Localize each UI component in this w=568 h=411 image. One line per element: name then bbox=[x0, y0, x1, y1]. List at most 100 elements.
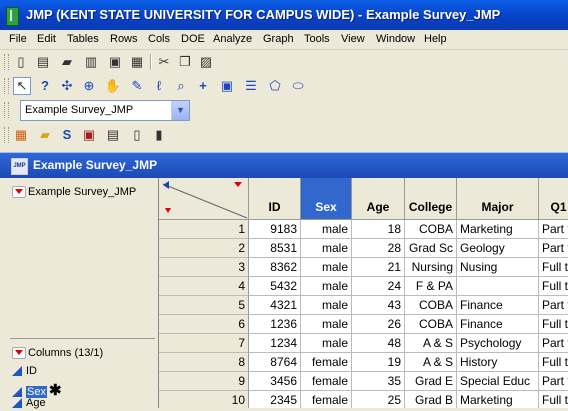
cell-age[interactable]: 21 bbox=[352, 258, 405, 277]
cell-q1[interactable]: Full t bbox=[539, 258, 568, 277]
cell-id[interactable]: 3456 bbox=[249, 372, 301, 391]
cell-age[interactable]: 26 bbox=[352, 315, 405, 334]
cell-age[interactable]: 43 bbox=[352, 296, 405, 315]
cell-college[interactable]: Grad Sc bbox=[405, 239, 457, 258]
layout-icon[interactable]: ▤ bbox=[104, 126, 122, 144]
menu-view[interactable]: View bbox=[341, 33, 365, 45]
cell-major[interactable]: Psychology bbox=[457, 334, 539, 353]
menu-cols[interactable]: Cols bbox=[148, 33, 170, 45]
document-icon[interactable]: ▯ bbox=[128, 126, 146, 144]
cell-age[interactable]: 24 bbox=[352, 277, 405, 296]
menu-tables[interactable]: Tables bbox=[67, 33, 99, 45]
cell-q1[interactable]: Part t bbox=[539, 220, 568, 239]
cell-id[interactable]: 4321 bbox=[249, 296, 301, 315]
cell-q1[interactable]: Full t bbox=[539, 315, 568, 334]
cell-college[interactable]: COBA bbox=[405, 296, 457, 315]
cell-id[interactable]: 8764 bbox=[249, 353, 301, 372]
cell-college[interactable]: F & PA bbox=[405, 277, 457, 296]
cell-sex[interactable]: male bbox=[301, 220, 352, 239]
col-header-age[interactable]: Age bbox=[352, 178, 405, 220]
menu-tools[interactable]: Tools bbox=[304, 33, 330, 45]
cell-id[interactable]: 8531 bbox=[249, 239, 301, 258]
cell-age[interactable]: 28 bbox=[352, 239, 405, 258]
lasso-icon[interactable]: ℓ bbox=[150, 77, 168, 95]
cell-age[interactable]: 19 bbox=[352, 353, 405, 372]
cell-id[interactable]: 2345 bbox=[249, 391, 301, 408]
table-icon[interactable]: ▦ bbox=[12, 126, 30, 144]
plus-icon[interactable]: + bbox=[194, 77, 212, 95]
row-number[interactable]: 1 bbox=[159, 220, 249, 239]
column-item-id[interactable]: ID bbox=[12, 365, 37, 379]
journal-icon[interactable]: ▰ bbox=[36, 126, 54, 144]
cell-q1[interactable]: Part t bbox=[539, 296, 568, 315]
cell-major[interactable]: Marketing bbox=[457, 220, 539, 239]
jmp-app-icon[interactable] bbox=[6, 7, 19, 26]
col-header-sex[interactable]: Sex bbox=[301, 178, 352, 220]
help-icon[interactable]: ? bbox=[36, 77, 54, 95]
save-icon[interactable]: ▣ bbox=[106, 53, 124, 71]
cell-college[interactable]: A & S bbox=[405, 334, 457, 353]
cell-sex[interactable]: male bbox=[301, 296, 352, 315]
menu-help[interactable]: Help bbox=[424, 33, 447, 45]
cell-sex[interactable]: male bbox=[301, 239, 352, 258]
cell-age[interactable]: 25 bbox=[352, 391, 405, 408]
col-header-id[interactable]: ID bbox=[249, 178, 301, 220]
polygon-icon[interactable]: ⬠ bbox=[266, 77, 284, 95]
columns-panel-header[interactable]: Columns (13/1) bbox=[12, 347, 103, 360]
document-title-bar[interactable]: JMP Example Survey_JMP bbox=[0, 152, 568, 179]
column-item-sex[interactable]: Sex ✱ bbox=[12, 381, 62, 399]
col-header-q1[interactable]: Q1 bbox=[539, 178, 568, 220]
cell-q1[interactable]: Part t bbox=[539, 372, 568, 391]
row-number[interactable]: 8 bbox=[159, 353, 249, 372]
cell-q1[interactable]: Part t bbox=[539, 239, 568, 258]
chevron-down-icon[interactable]: ▼ bbox=[171, 101, 189, 120]
table-select[interactable]: Example Survey_JMP ▼ bbox=[20, 100, 190, 121]
menu-window[interactable]: Window bbox=[376, 33, 415, 45]
cell-major[interactable]: Finance bbox=[457, 315, 539, 334]
cell-major[interactable]: Finance bbox=[457, 296, 539, 315]
red-triangle-icon[interactable] bbox=[12, 186, 26, 199]
toolbar-grip[interactable] bbox=[4, 54, 9, 70]
cell-id[interactable]: 9183 bbox=[249, 220, 301, 239]
row-number[interactable]: 5 bbox=[159, 296, 249, 315]
crosshair-icon[interactable]: ✣ bbox=[58, 77, 76, 95]
arrow-icon[interactable]: ↖ bbox=[13, 77, 31, 95]
menu-edit[interactable]: Edit bbox=[37, 33, 56, 45]
cell-major[interactable]: History bbox=[457, 353, 539, 372]
red-triangle-icon[interactable] bbox=[12, 347, 26, 360]
toolbar-grip[interactable] bbox=[4, 102, 9, 118]
menu-file[interactable]: File bbox=[9, 33, 27, 45]
jmp-doc-icon[interactable]: JMP bbox=[11, 158, 28, 175]
row-number[interactable]: 10 bbox=[159, 391, 249, 408]
cell-college[interactable]: A & S bbox=[405, 353, 457, 372]
text-icon[interactable]: ▣ bbox=[218, 77, 236, 95]
copy-icon[interactable]: ❐ bbox=[176, 53, 194, 71]
cell-sex[interactable]: male bbox=[301, 258, 352, 277]
row-number[interactable]: 7 bbox=[159, 334, 249, 353]
cell-q1[interactable]: Part t bbox=[539, 334, 568, 353]
cell-id[interactable]: 8362 bbox=[249, 258, 301, 277]
cell-college[interactable]: Grad B bbox=[405, 391, 457, 408]
hand-icon[interactable]: ✋ bbox=[104, 77, 122, 95]
cell-age[interactable]: 18 bbox=[352, 220, 405, 239]
cell-age[interactable]: 48 bbox=[352, 334, 405, 353]
cell-major[interactable] bbox=[457, 277, 539, 296]
row-number[interactable]: 2 bbox=[159, 239, 249, 258]
cell-q1[interactable]: Full t bbox=[539, 391, 568, 408]
cell-sex[interactable]: female bbox=[301, 391, 352, 408]
ellipse-icon[interactable]: ⬭ bbox=[289, 77, 307, 95]
title-bar[interactable]: JMP (KENT STATE UNIVERSITY FOR CAMPUS WI… bbox=[0, 0, 568, 30]
row-number[interactable]: 6 bbox=[159, 315, 249, 334]
magnifier-icon[interactable]: ⌕ bbox=[172, 77, 190, 95]
column-icon[interactable]: ▮ bbox=[150, 126, 168, 144]
col-header-major[interactable]: Major bbox=[457, 178, 539, 220]
cell-q1[interactable]: Full t bbox=[539, 353, 568, 372]
cell-sex[interactable]: male bbox=[301, 315, 352, 334]
cell-major[interactable]: Geology bbox=[457, 239, 539, 258]
cell-major[interactable]: Special Educ bbox=[457, 372, 539, 391]
col-header-college[interactable]: College bbox=[405, 178, 457, 220]
line-icon[interactable]: ☰ bbox=[242, 77, 260, 95]
cut-icon[interactable]: ✂ bbox=[155, 53, 173, 71]
toolbar-grip[interactable] bbox=[4, 78, 9, 94]
table-panel-header[interactable]: Example Survey_JMP bbox=[12, 186, 136, 199]
